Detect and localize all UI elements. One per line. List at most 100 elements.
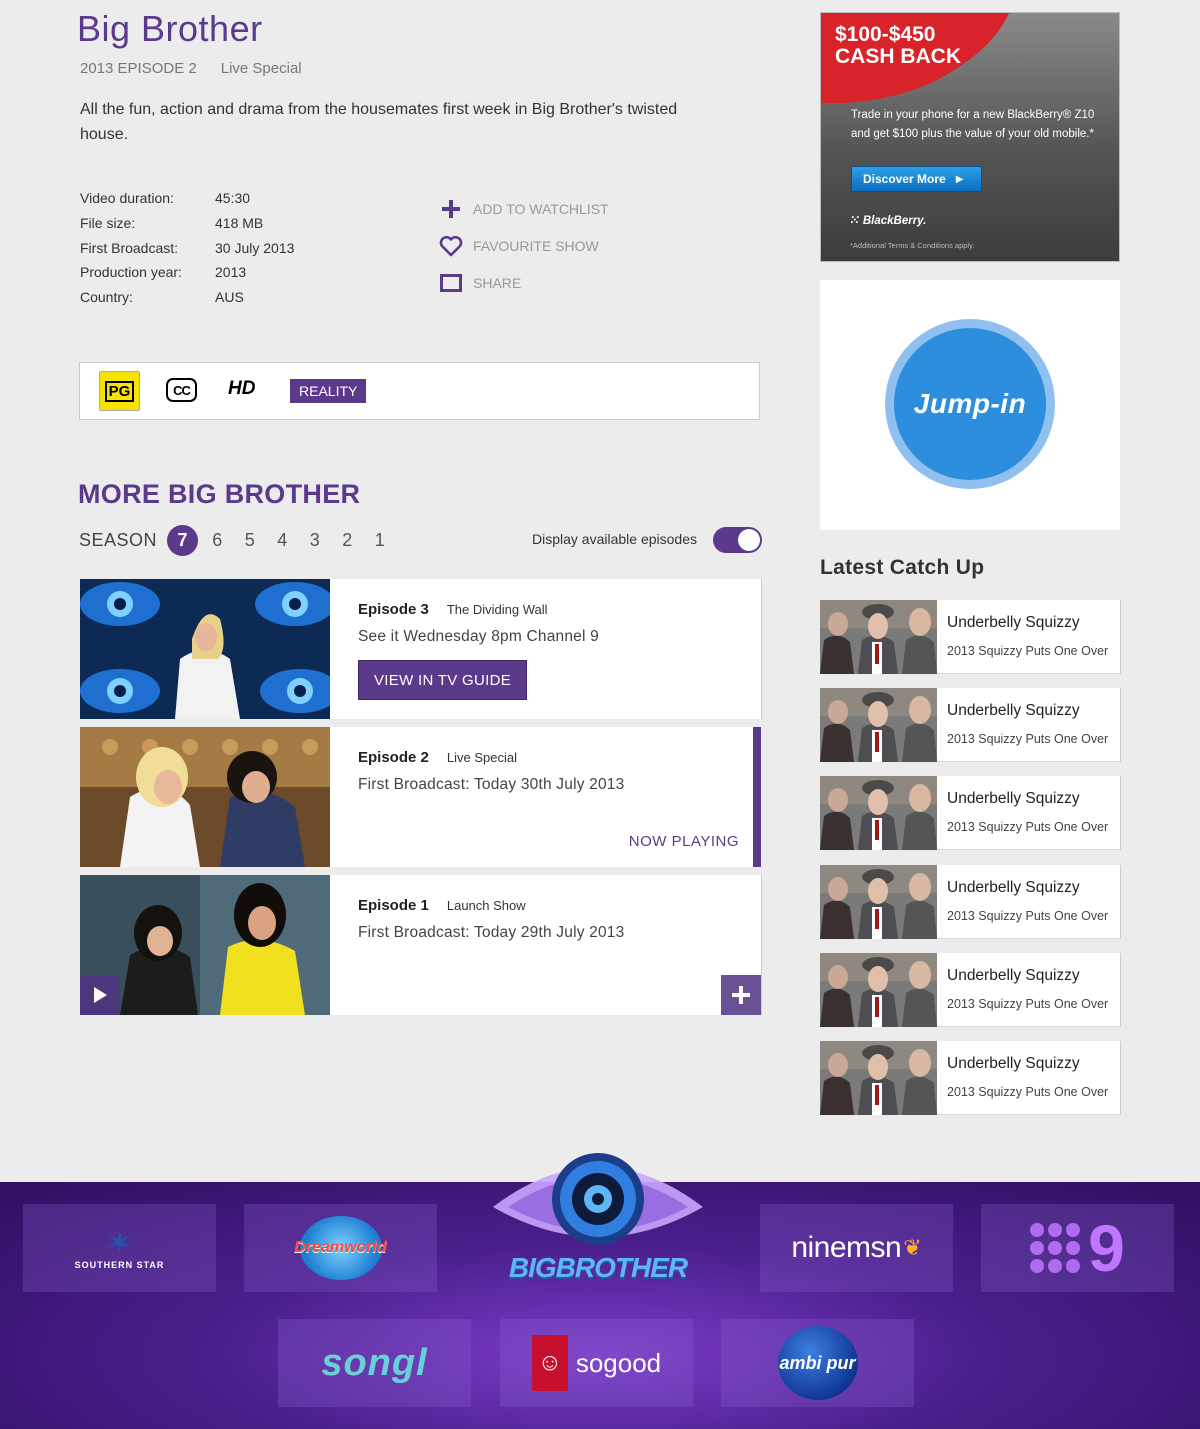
sponsor-label: ninemsn: [791, 1231, 902, 1264]
detail-value: 30 July 2013: [215, 239, 295, 256]
big-brother-wordmark: BIGBROTHER: [508, 1252, 688, 1283]
closed-captions-badge: CC: [166, 378, 197, 402]
details-list: Video duration: 45:30 File size: 418 MB Fi…: [80, 186, 294, 309]
episode-number: Episode 1: [358, 897, 429, 914]
detail-row: Country: AUS: [80, 285, 294, 310]
arrow-right-icon: ▶: [955, 173, 964, 185]
episode-label: 2013 EPISODE 2: [80, 60, 197, 77]
detail-label: First Broadcast:: [80, 239, 179, 256]
episode-description: All the fun, action and drama from the h…: [80, 101, 678, 143]
season-label: SEASON: [79, 530, 158, 550]
catch-up-thumbnail[interactable]: [820, 953, 937, 1027]
episode-info: Episode 1 Launch Show First Broadcast: To…: [358, 897, 741, 942]
season-tab-3[interactable]: 3: [299, 530, 332, 551]
season-selector: 7 6 5 4 3 2 1: [167, 525, 396, 556]
catch-up-thumbnail[interactable]: [820, 865, 937, 939]
catch-up-show-name: Underbelly Squizzy: [947, 879, 1080, 896]
big-brother-logo[interactable]: BIGBROTHER: [488, 1147, 708, 1297]
catch-up-item[interactable]: Underbelly Squizzy 2013 Squizzy Puts One …: [820, 953, 1121, 1027]
available-episodes-toggle[interactable]: [713, 527, 762, 553]
catch-up-show-name: Underbelly Squizzy: [947, 790, 1080, 807]
episode-subtitle: See it Wednesday 8pm Channel 9: [358, 628, 599, 645]
episode-thumbnail[interactable]: [80, 579, 330, 719]
episode-info: Episode 3 The Dividing Wall See it Wednes…: [358, 601, 741, 700]
sponsor-label: SOUTHERN STAR: [74, 1260, 165, 1270]
sponsor-kfc[interactable]: ☺ sogood: [500, 1319, 693, 1407]
episode-subtitle: First Broadcast: Today 30th July 2013: [358, 776, 625, 793]
catch-up-episode-name: 2013 Squizzy Puts One Over: [947, 997, 1109, 1011]
watchlist-label: ADD TO WATCHLIST: [473, 200, 609, 217]
catch-up-thumbnail[interactable]: [820, 688, 937, 762]
detail-value: 418 MB: [215, 215, 264, 232]
episode-type: Live Special: [220, 60, 302, 77]
dreamworld-logo: Dreamworld: [294, 1216, 387, 1280]
add-to-watchlist-button[interactable]: ADD TO WATCHLIST: [439, 190, 609, 227]
catch-up-episode-name: 2013 Squizzy Puts One Over: [947, 909, 1109, 923]
sponsor-songl[interactable]: songl: [278, 1319, 471, 1407]
play-icon: [94, 987, 107, 1003]
catch-up-thumbnail[interactable]: [820, 600, 937, 674]
add-episode-button[interactable]: [721, 975, 761, 1015]
detail-label: Production year:: [80, 264, 182, 281]
sponsor-label: sogood: [575, 1347, 662, 1378]
detail-row: File size: 418 MB: [80, 211, 294, 236]
jump-in-button[interactable]: Jump-in: [885, 319, 1055, 489]
ad-text: Trade in your phone for a new BlackBerry…: [851, 109, 1095, 140]
sponsor-southern-star[interactable]: ✶ SOUTHERN STAR: [23, 1204, 216, 1292]
detail-label: Video duration:: [80, 190, 174, 207]
episode-meta: 2013 EPISODE 2 Live Special: [80, 60, 302, 77]
detail-row: Video duration: 45:30: [80, 186, 294, 211]
catch-up-item[interactable]: Underbelly Squizzy 2013 Squizzy Puts One …: [820, 865, 1121, 939]
episode-name: Launch Show: [446, 898, 526, 913]
blackberry-ad[interactable]: $100-$450 CASH BACK Trade in your phone …: [820, 12, 1120, 262]
toggle-knob: [738, 529, 760, 551]
season-tab-7[interactable]: 7: [167, 525, 198, 556]
classification-badges: PG CC HD REALITY: [79, 362, 760, 420]
discover-more-button[interactable]: Discover More ▶: [851, 166, 982, 192]
season-tab-1[interactable]: 1: [364, 530, 397, 551]
season-tab-2[interactable]: 2: [331, 530, 364, 551]
season-tab-6[interactable]: 6: [201, 530, 234, 551]
ad-terms: *Additional Terms & Conditions apply.: [850, 241, 975, 250]
kfc-colonel-icon: ☺: [531, 1335, 568, 1391]
share-icon: [439, 271, 463, 295]
genre-badge[interactable]: REALITY: [290, 379, 367, 403]
catch-up-thumbnail[interactable]: [820, 776, 937, 850]
butterfly-icon: ❦: [903, 1235, 922, 1260]
ambipur-logo: ambi pur: [777, 1326, 858, 1400]
catch-up-show-name: Underbelly Squizzy: [947, 1055, 1080, 1072]
share-button[interactable]: SHARE: [439, 264, 609, 301]
sponsor-ninemsn[interactable]: ninemsn ❦: [760, 1204, 953, 1292]
catch-up-thumbnail[interactable]: [820, 1041, 937, 1115]
detail-label: Country:: [80, 289, 133, 306]
blackberry-logo: ⁙ BlackBerry.: [850, 215, 927, 227]
detail-row: First Broadcast: 30 July 2013: [80, 235, 294, 260]
star-icon: ✶: [105, 1224, 134, 1262]
favourite-show-button[interactable]: FAVOURITE SHOW: [439, 227, 609, 264]
plus-icon: [439, 197, 463, 221]
view-in-tv-guide-button[interactable]: VIEW IN TV GUIDE: [358, 660, 528, 700]
episode-card[interactable]: Episode 3 The Dividing Wall See it Wednes…: [80, 579, 762, 719]
sponsor-ambipur[interactable]: ambi pur: [721, 1319, 914, 1407]
episode-card[interactable]: Episode 2 Live Special First Broadcast: T…: [80, 727, 761, 867]
catch-up-item[interactable]: Underbelly Squizzy 2013 Squizzy Puts One …: [820, 776, 1121, 850]
hd-badge: HD: [228, 378, 256, 399]
episode-name: The Dividing Wall: [446, 602, 548, 617]
catch-up-item[interactable]: Underbelly Squizzy 2013 Squizzy Puts One …: [820, 1041, 1121, 1115]
play-button[interactable]: [80, 975, 120, 1015]
detail-value: AUS: [215, 289, 244, 306]
sponsor-dreamworld[interactable]: Dreamworld: [244, 1204, 437, 1292]
season-tab-4[interactable]: 4: [266, 530, 299, 551]
catch-up-item[interactable]: Underbelly Squizzy 2013 Squizzy Puts One …: [820, 600, 1121, 674]
catch-up-item[interactable]: Underbelly Squizzy 2013 Squizzy Puts One …: [820, 688, 1121, 762]
sponsor-channel-nine[interactable]: 9: [981, 1204, 1174, 1292]
season-tab-5[interactable]: 5: [234, 530, 267, 551]
episode-card[interactable]: Episode 1 Launch Show First Broadcast: To…: [80, 875, 762, 1015]
episode-number: Episode 3: [358, 601, 429, 618]
plus-icon: [732, 986, 750, 1004]
catch-up-episode-name: 2013 Squizzy Puts One Over: [947, 732, 1109, 746]
ad-headline-line-1: $100-$450: [835, 23, 936, 46]
episode-thumbnail[interactable]: [80, 727, 330, 867]
jump-in-panel: Jump-in: [820, 280, 1120, 530]
episode-actions: ADD TO WATCHLIST FAVOURITE SHOW SHARE: [439, 190, 609, 301]
